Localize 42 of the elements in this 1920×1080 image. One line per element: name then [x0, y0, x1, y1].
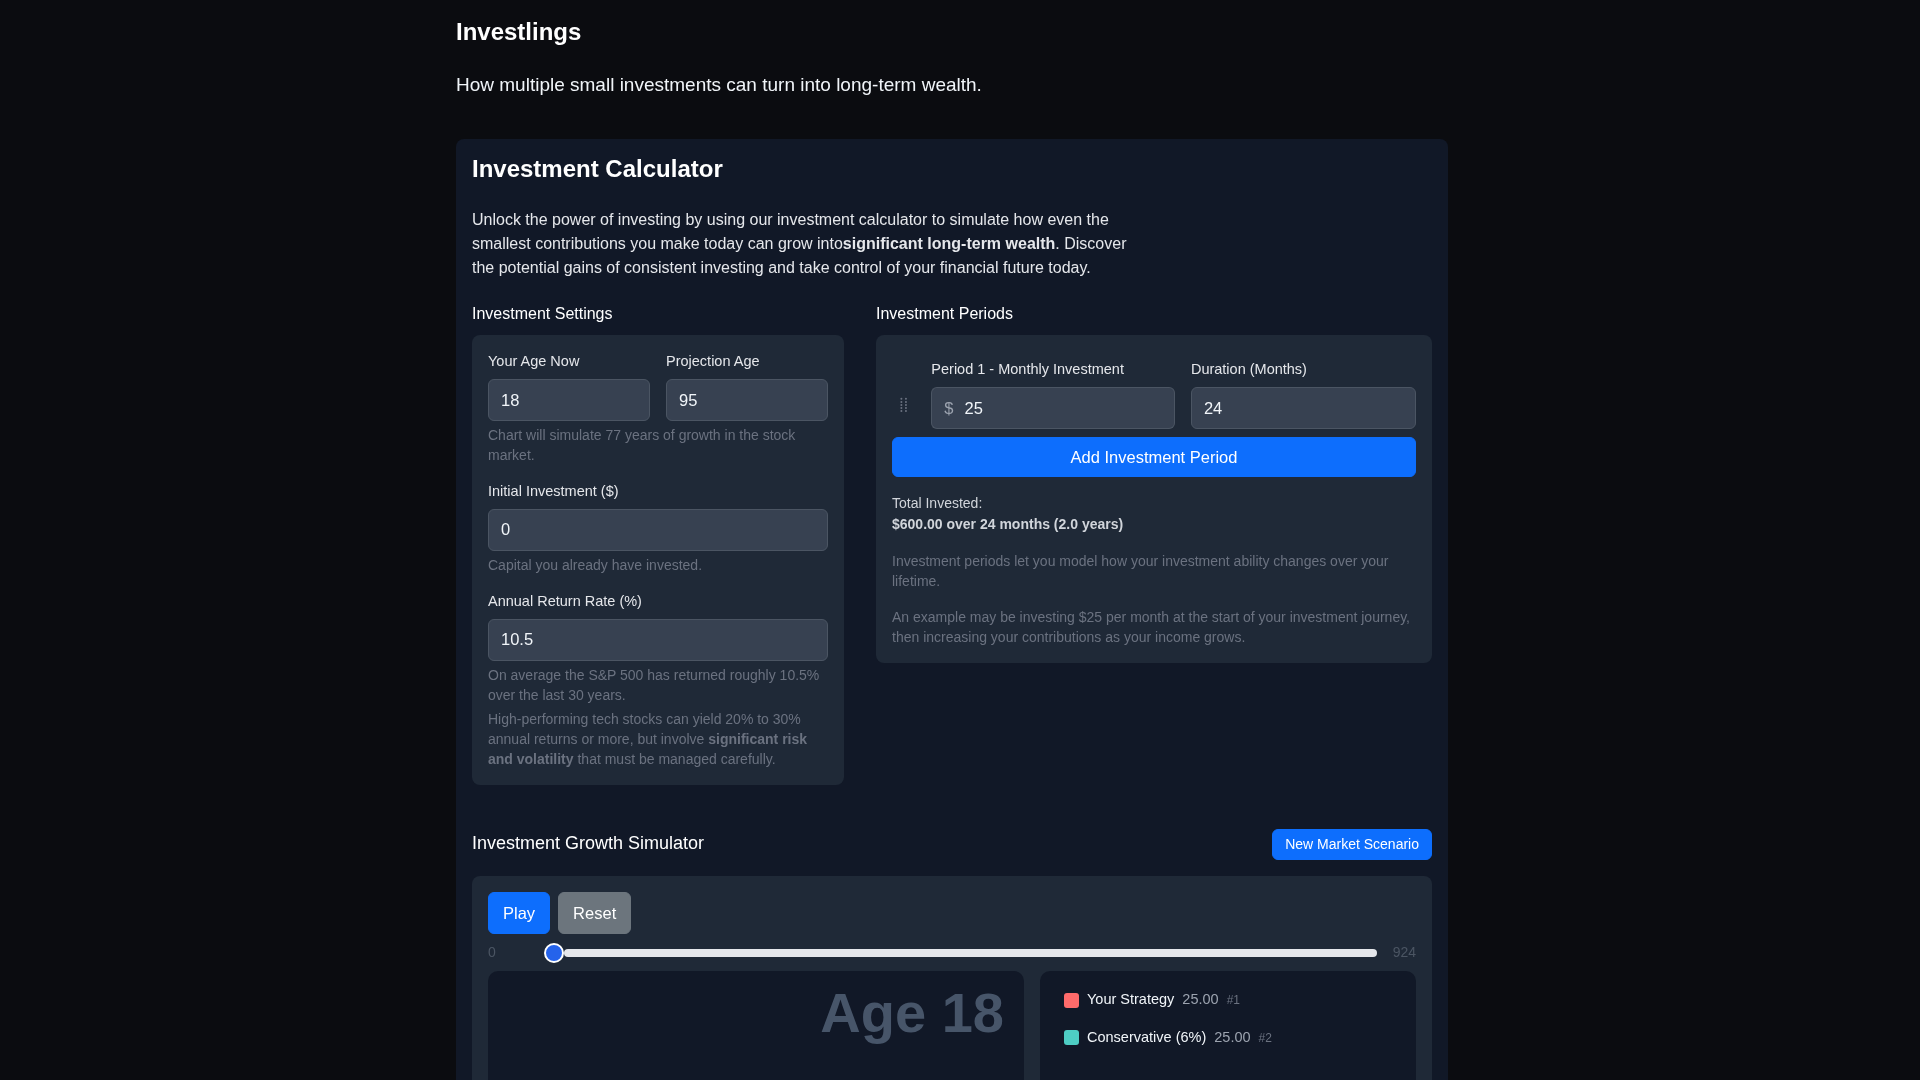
total-label: Total Invested:	[892, 494, 984, 514]
help-text: High-performing tech stocks can yield 20% to 30% annual returns or more, but involve significant risk and volatility that must be managed carefully.	[488, 709, 809, 769]
field-label: Annual Return Rate (%)	[488, 591, 643, 611]
section-heading: Investment Periods	[876, 304, 1014, 324]
reset-button[interactable]: Reset	[558, 891, 632, 935]
intro-paragraph: Unlock the power of investing by using our investment calculator to simulate how even the smallest contributions you make today can grow intosignificant long-term wealth. Discover the potential gains of consistent investing and take control of your financial future today.	[472, 210, 1128, 279]
section-heading: Investment Growth Simulator	[472, 833, 705, 855]
amount-input[interactable]: 0	[488, 508, 828, 551]
legend-value: 25.00	[1214, 1028, 1251, 1048]
duration-input[interactable]: 24	[1190, 387, 1416, 430]
legend-value: 25.00	[1182, 990, 1219, 1010]
play-button[interactable]: Play	[488, 891, 551, 935]
tagline: How multiple small investments can turn into long-term wealth.	[456, 72, 983, 97]
age-display: Age 18	[820, 981, 1004, 1045]
legend-name: Conservative (6%)	[1087, 1028, 1207, 1048]
help-text: On average the S&P 500 has returned roughly 10.5% over the last 30 years.	[488, 665, 821, 705]
help-text: Capital you already have invested.	[488, 555, 704, 575]
field-label: Duration (Months)	[1190, 360, 1308, 380]
rate-input[interactable]: 10.5	[488, 618, 828, 661]
new-scenario-button[interactable]: New Market Scenario	[1272, 828, 1432, 860]
note-text: Investment periods let you model how your investment ability changes over your lifetime.	[892, 552, 1390, 592]
legend-rank: #2	[1258, 1029, 1272, 1047]
age-input[interactable]: 18	[488, 379, 650, 422]
amount-input[interactable]: 25	[960, 387, 1175, 430]
card-title: Investment Calculator	[472, 155, 724, 185]
legend-rank: #1	[1226, 992, 1240, 1010]
add-period-button[interactable]: Add Investment Period	[892, 437, 1416, 478]
age-input[interactable]: 95	[666, 379, 828, 422]
currency-prefix: $	[931, 387, 962, 430]
site-title: Investlings	[456, 18, 583, 47]
slider-track[interactable]	[564, 948, 1377, 957]
total-value: $600.00 over 24 months (2.0 years)	[892, 515, 1125, 535]
slider-thumb[interactable]	[544, 942, 564, 963]
field-label: Period 1 - Monthly Investment	[931, 360, 1125, 380]
section-heading: Investment Settings	[472, 304, 614, 324]
drag-handle-icon[interactable]	[900, 397, 908, 414]
field-label: Your Age Now	[488, 352, 581, 372]
field-label: Initial Investment ($)	[488, 482, 620, 502]
note-text: An example may be investing $25 per month at the start of your investment journey, then increasing your contributions as your income grows.	[892, 608, 1411, 648]
legend-name: Your Strategy	[1087, 990, 1175, 1010]
help-text: Chart will simulate 77 years of growth in the stock market.	[488, 426, 797, 466]
field-label: Projection Age	[666, 352, 761, 372]
